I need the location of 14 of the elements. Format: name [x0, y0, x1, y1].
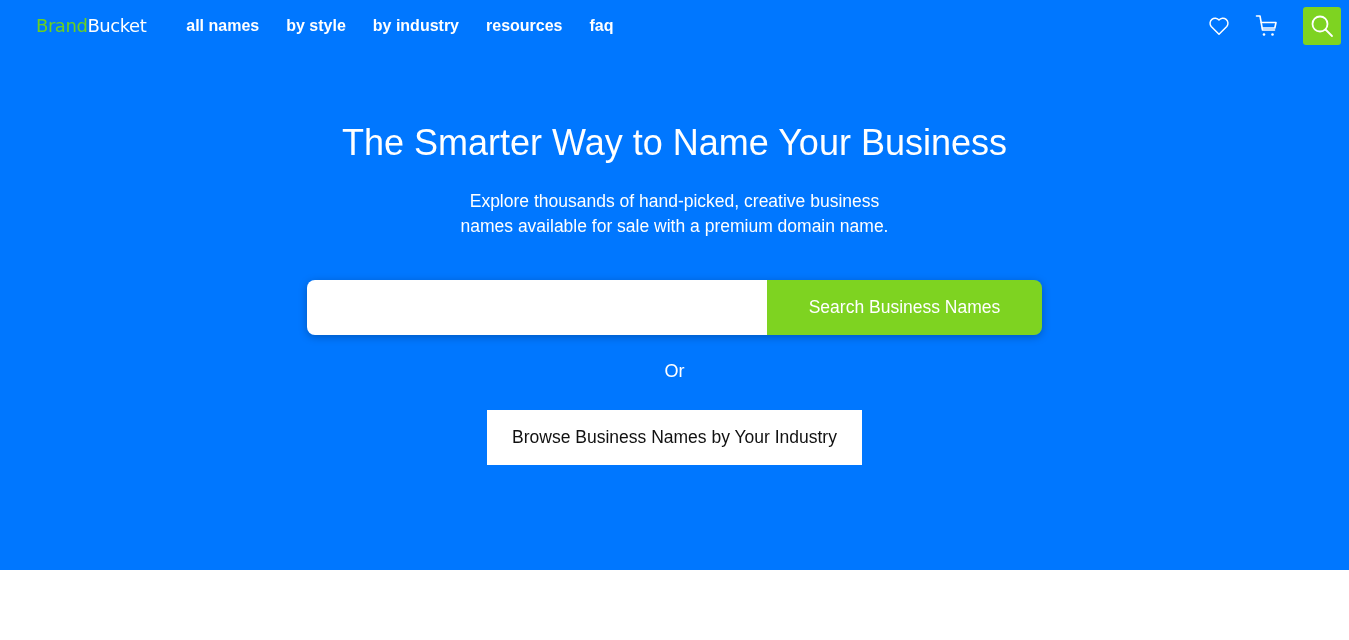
brand-logo[interactable]: BrandBucket	[36, 14, 147, 38]
search-icon	[1310, 14, 1334, 38]
nav-link[interactable]: resources	[486, 14, 563, 38]
browse-industry-button[interactable]: Browse Business Names by Your Industry	[487, 410, 862, 465]
nav-link[interactable]: faq	[589, 14, 614, 38]
search-field[interactable]	[307, 280, 767, 335]
nav-link[interactable]: all names	[186, 14, 260, 38]
hero-title: The Smarter Way to Name Your Business	[342, 121, 1007, 165]
heart-icon[interactable]	[1207, 14, 1231, 38]
nav-link[interactable]: by style	[286, 14, 346, 38]
or-separator: Or	[664, 360, 685, 382]
cart-icon[interactable]	[1255, 14, 1279, 38]
hero-subtitle: Explore thousands of hand-picked, creative business names available for sale with a premium domain name.	[459, 190, 890, 238]
nav-link[interactable]: by industry	[372, 14, 459, 38]
